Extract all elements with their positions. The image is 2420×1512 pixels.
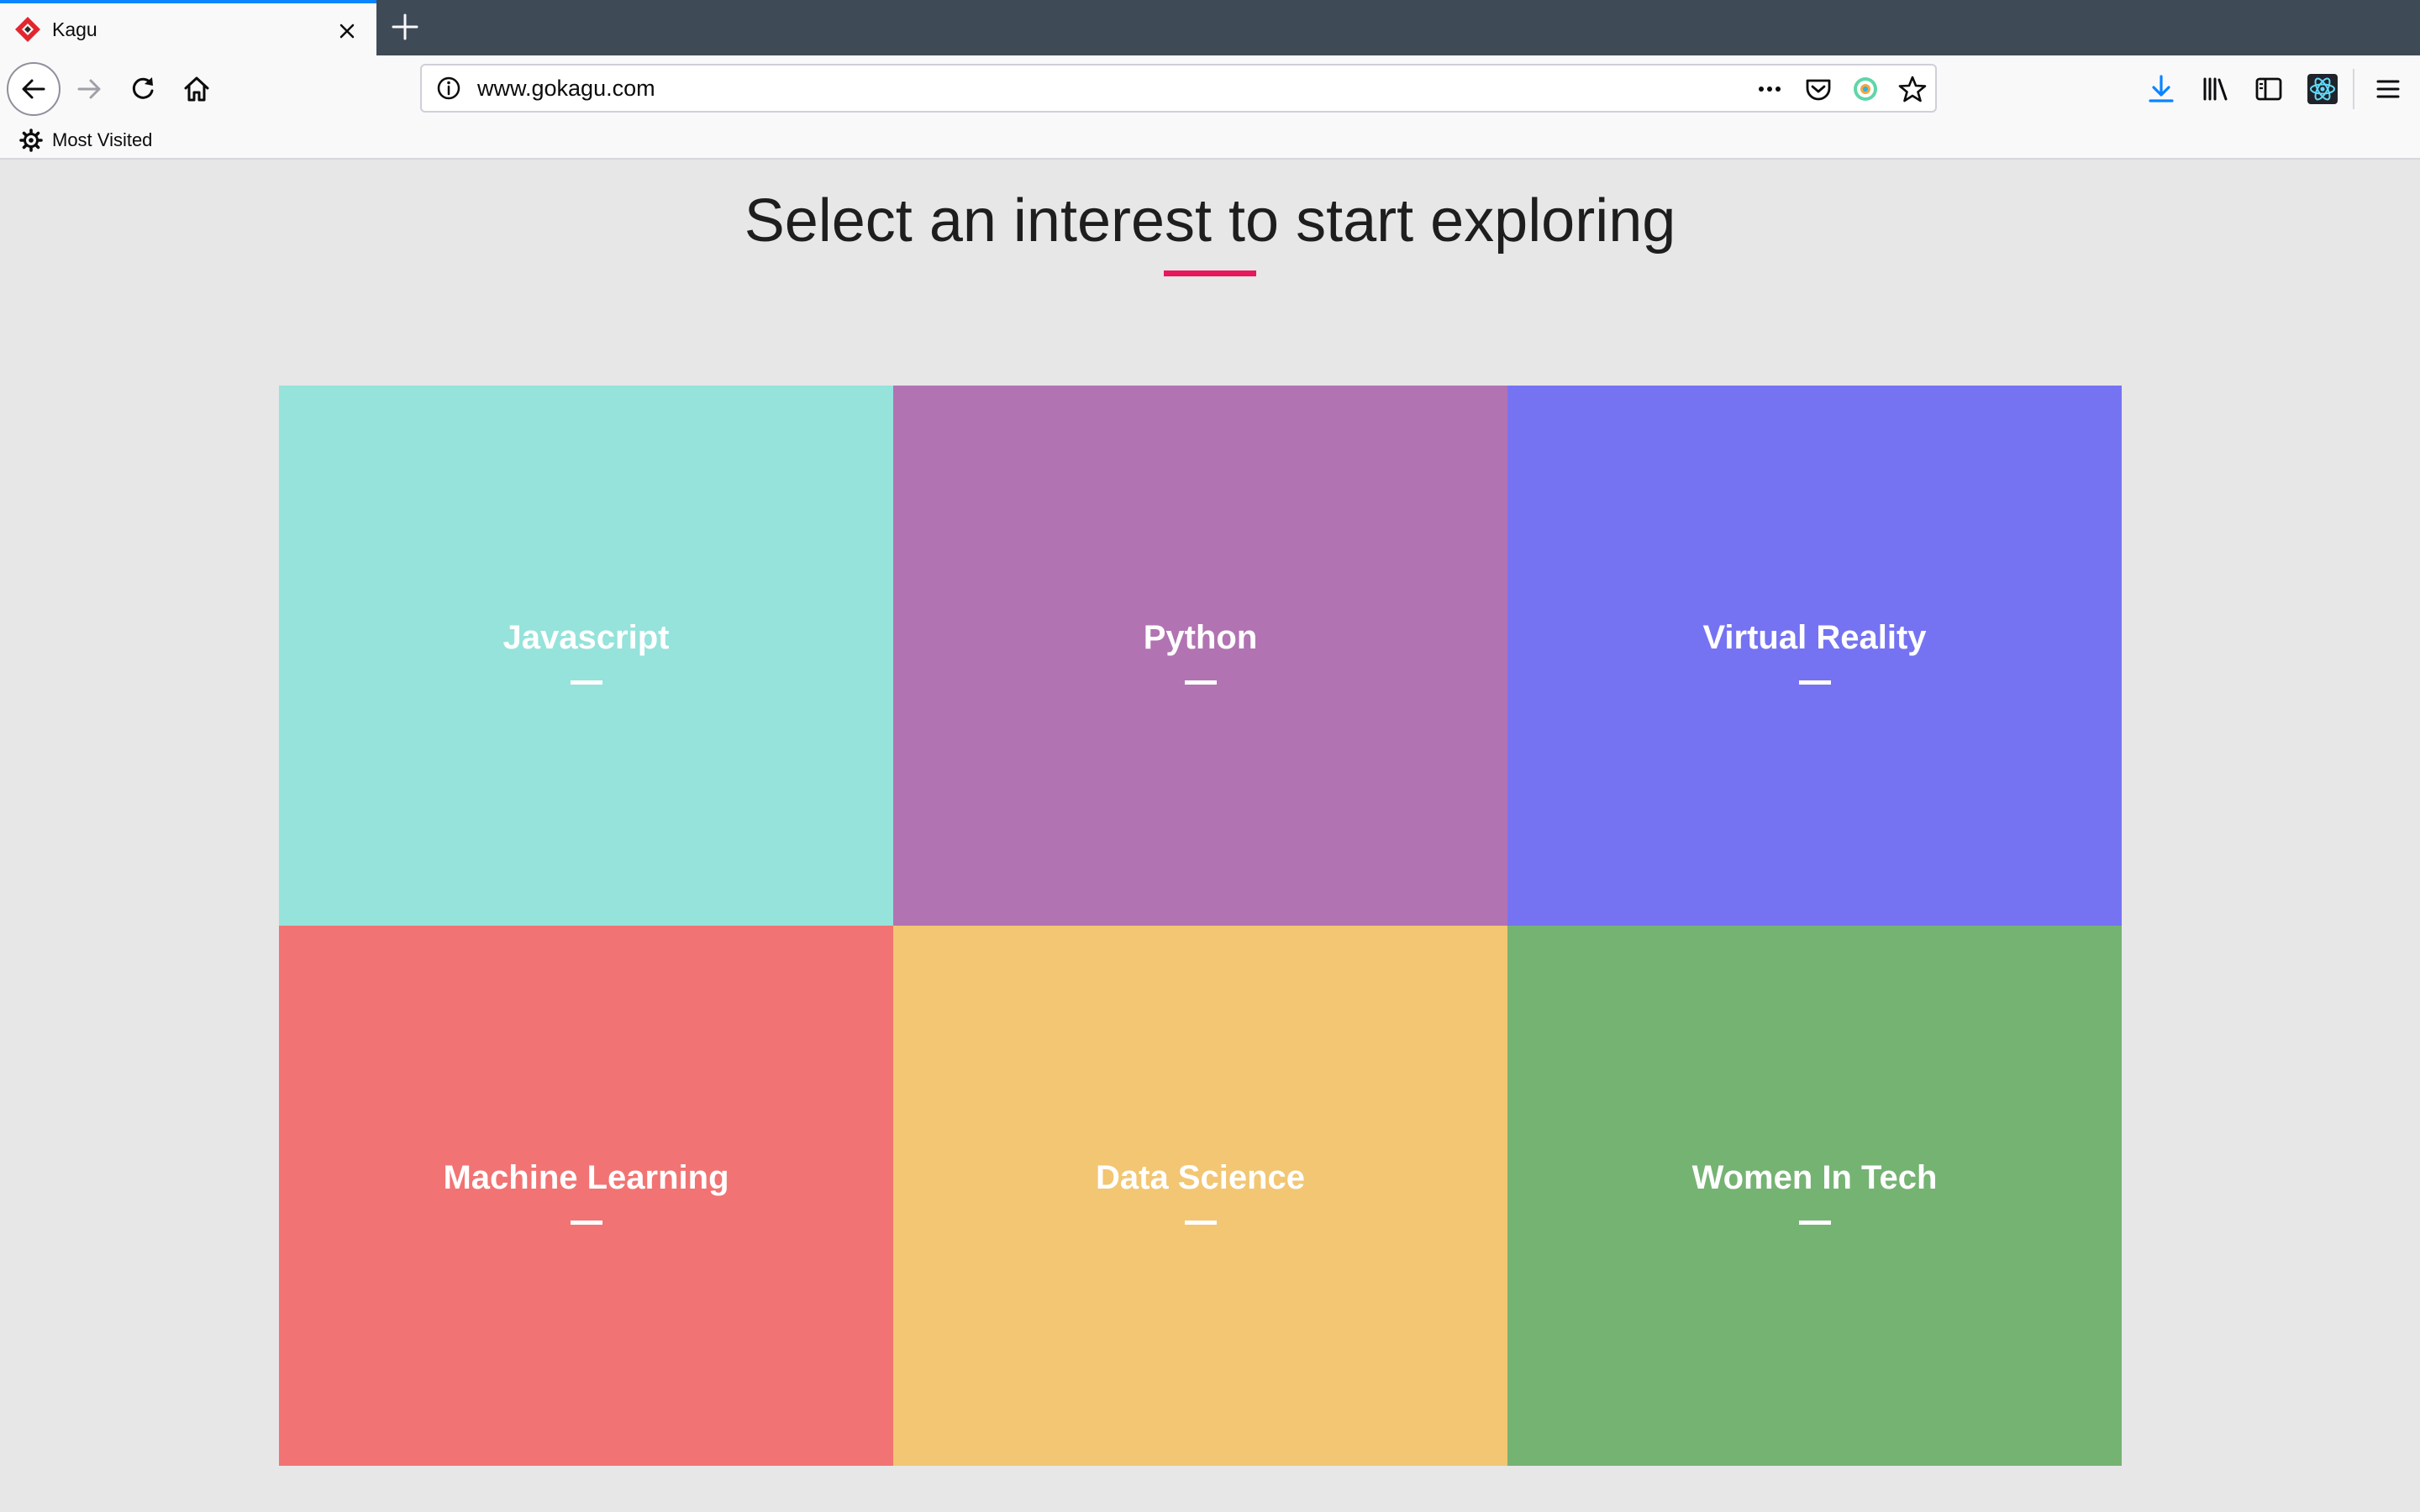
interest-card-python[interactable]: Python — [893, 386, 1507, 926]
more-dots-icon — [1759, 87, 1781, 92]
page-actions-button[interactable] — [1754, 74, 1785, 104]
react-icon — [2307, 74, 2338, 104]
back-button[interactable] — [7, 62, 60, 116]
forward-button[interactable] — [62, 62, 116, 116]
toolbar-separator — [2353, 69, 2354, 109]
interest-dash — [570, 680, 602, 685]
bookmarks-toolbar: Most Visited — [0, 123, 2420, 160]
page-title: Select an interest to start exploring — [744, 187, 1676, 255]
interest-label: Machine Learning — [443, 1158, 729, 1196]
library-icon — [2203, 77, 2228, 101]
menu-button[interactable] — [2371, 72, 2405, 106]
interest-label: Python — [1143, 618, 1258, 656]
url-input[interactable] — [477, 76, 1570, 102]
star-icon — [1898, 76, 1927, 102]
kagu-logo-icon — [15, 17, 40, 42]
interest-card-virtual-reality[interactable]: Virtual Reality — [1507, 386, 2122, 926]
navigation-toolbar — [0, 55, 2420, 123]
title-accent-underline — [1164, 270, 1256, 276]
address-bar[interactable] — [420, 64, 1937, 113]
react-devtools-button[interactable] — [2306, 72, 2339, 106]
interest-label: Data Science — [1095, 1158, 1306, 1196]
interest-dash — [1798, 680, 1831, 685]
interest-card-javascript[interactable]: Javascript — [279, 386, 893, 926]
site-info-icon[interactable] — [435, 75, 462, 102]
new-tab-icon[interactable] — [388, 10, 422, 44]
interest-grid: Javascript Python Virtual Reality Machin… — [279, 386, 2122, 1466]
forward-arrow-icon — [77, 79, 101, 99]
bookmark-label: Most Visited — [52, 129, 153, 150]
extension-button[interactable] — [1850, 74, 1881, 104]
browser-tab[interactable]: Kagu — [0, 0, 376, 55]
interest-dash — [570, 1220, 602, 1225]
bookmark-most-visited[interactable]: Most Visited — [18, 126, 152, 155]
pocket-icon — [1806, 79, 1831, 101]
sidebar-toggle-button[interactable] — [2252, 72, 2286, 106]
interest-dash — [1798, 1220, 1831, 1225]
reload-icon — [132, 77, 154, 99]
tab-strip: Kagu — [0, 0, 2420, 55]
back-arrow-icon — [22, 79, 45, 99]
home-button[interactable] — [170, 62, 224, 116]
gear-icon — [19, 129, 43, 152]
reload-button[interactable] — [116, 62, 170, 116]
interest-label: Virtual Reality — [1702, 618, 1927, 656]
download-icon — [2149, 75, 2174, 102]
bookmark-star-button[interactable] — [1897, 74, 1928, 104]
extension-icon — [1854, 77, 1877, 101]
library-button[interactable] — [2198, 72, 2232, 106]
home-icon — [184, 76, 209, 102]
tab-title: Kagu — [52, 18, 97, 40]
interest-label: Women In Tech — [1691, 1158, 1938, 1196]
interest-dash — [1184, 1220, 1217, 1225]
pocket-button[interactable] — [1803, 74, 1833, 104]
hamburger-menu-icon — [2376, 80, 2400, 98]
sidebar-icon — [2255, 77, 2282, 101]
interest-dash — [1184, 680, 1217, 685]
interest-card-women-in-tech[interactable]: Women In Tech — [1507, 926, 2122, 1466]
interest-card-machine-learning[interactable]: Machine Learning — [279, 926, 893, 1466]
interest-label: Javascript — [502, 618, 670, 656]
close-tab-icon[interactable] — [333, 17, 361, 45]
interest-card-data-science[interactable]: Data Science — [893, 926, 1507, 1466]
downloads-button[interactable] — [2144, 72, 2178, 106]
